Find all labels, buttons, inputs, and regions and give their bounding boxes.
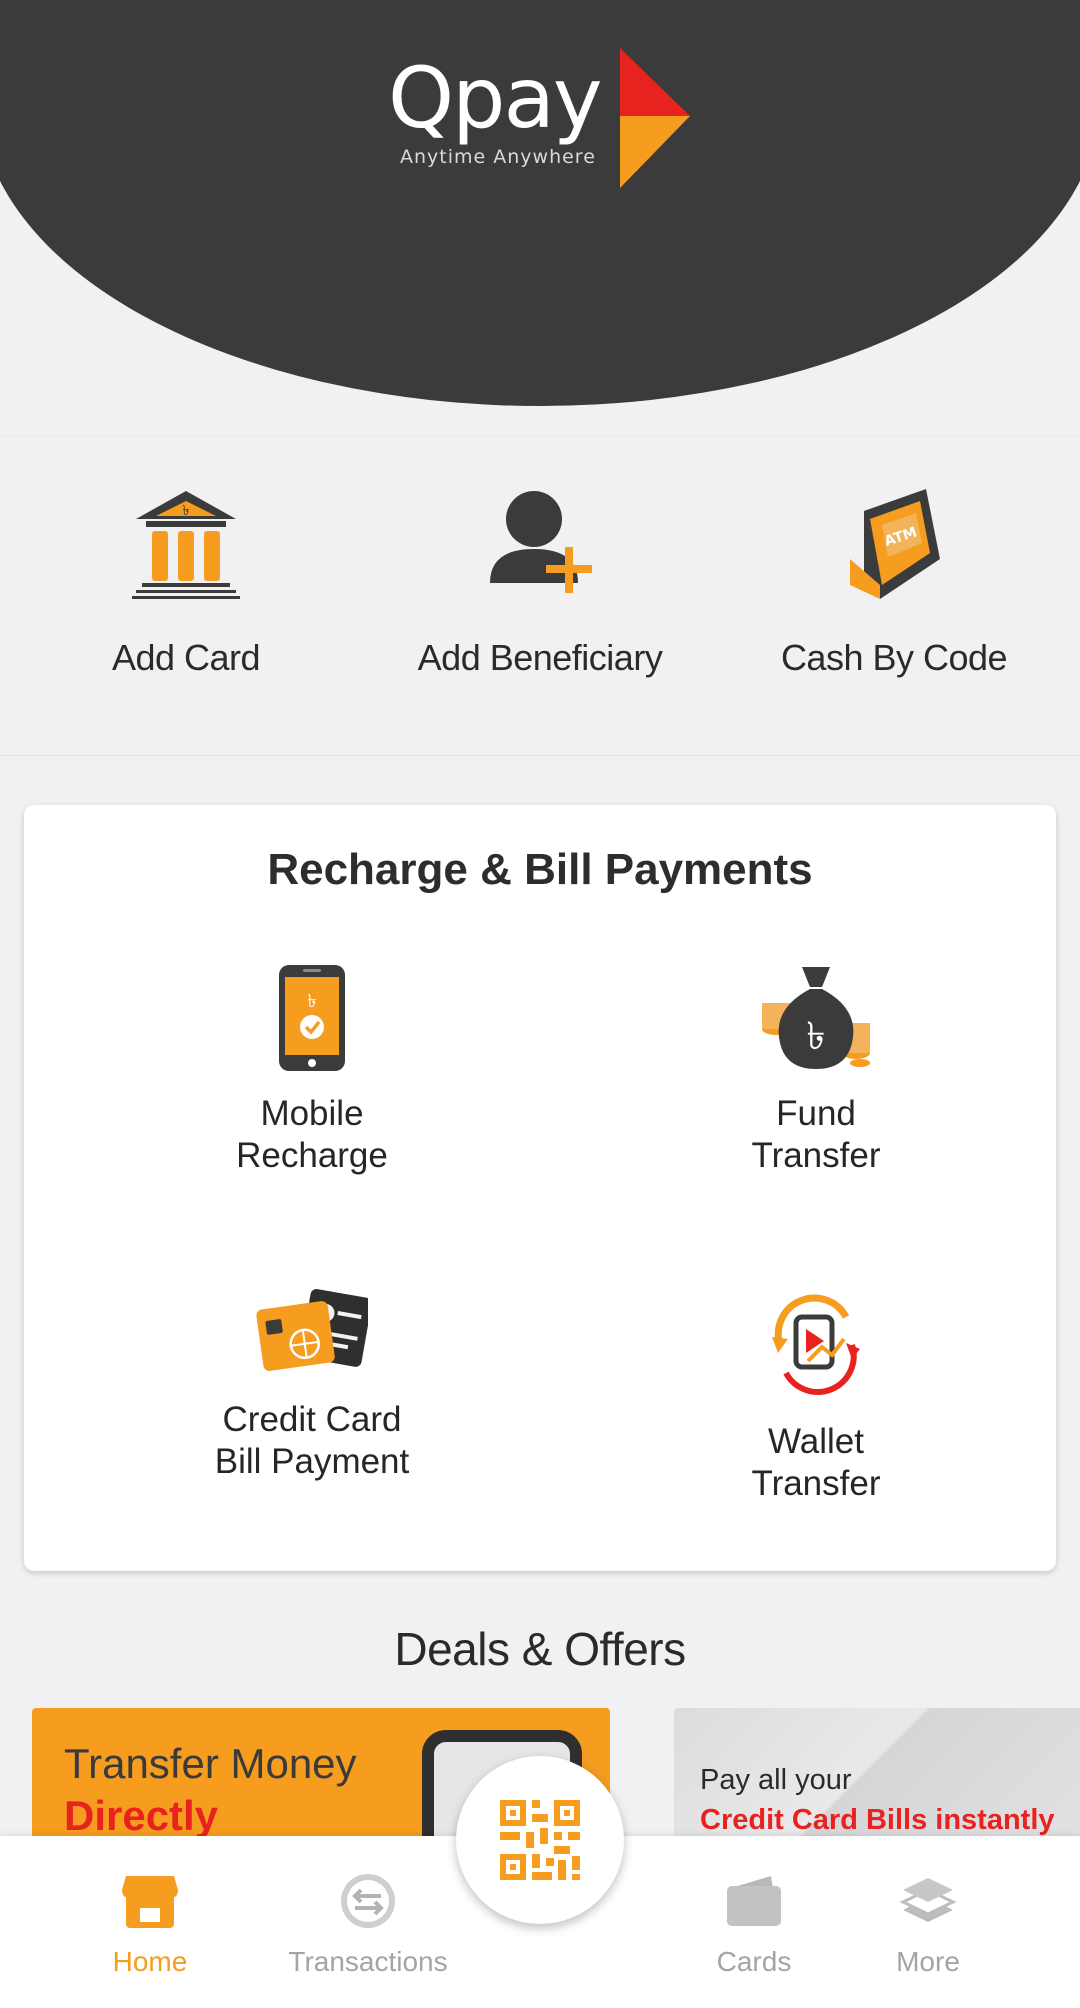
fund-transfer-button[interactable]: ৳ Fund Transfer	[616, 963, 1016, 1203]
logo-tagline: Anytime Anywhere	[400, 146, 596, 168]
mobile-recharge-icon: ৳	[279, 965, 345, 1071]
deal-banner-line2: Credit Card Bills instantly	[700, 1804, 1055, 1836]
deal-banner-credit-card[interactable]: Pay all your Credit Card Bills instantly	[674, 1708, 1080, 1848]
wallet-transfer-button[interactable]: Wallet Transfer	[616, 1289, 1016, 1529]
add-user-icon	[490, 491, 592, 593]
wallet-transfer-label: Wallet Transfer	[751, 1422, 881, 1503]
nav-home-label: Home	[112, 1946, 188, 1977]
deal-banner-line1: Transfer Money	[64, 1740, 357, 1787]
nav-transactions[interactable]: Transactions	[278, 1872, 458, 1978]
deal-banner-line2: Directly	[64, 1792, 219, 1839]
qpay-logo: Qpay Anytime Anywhere	[388, 48, 700, 188]
svg-text:৳: ৳	[308, 991, 317, 1012]
cash-by-code-label: Cash By Code	[780, 637, 1008, 678]
bank-icon: ৳	[132, 491, 240, 599]
nav-transactions-label: Transactions	[288, 1946, 448, 1977]
wallet-transfer-icon	[772, 1294, 860, 1395]
quick-actions-row: ৳ Add Card Add Beneficiary ATM Cash By C…	[0, 436, 1080, 756]
bill-payments-card: Recharge & Bill Payments ৳ Mobile Rechar…	[24, 805, 1056, 1571]
nav-more[interactable]: More	[838, 1872, 1018, 1978]
add-card-label: Add Card	[111, 637, 261, 678]
deals-title: Deals & Offers	[394, 1623, 686, 1675]
fund-transfer-label: Fund Transfer	[751, 1094, 881, 1175]
home-icon	[122, 1876, 178, 1928]
svg-text:৳: ৳	[183, 503, 190, 519]
nav-more-label: More	[896, 1946, 960, 1977]
scan-qr-button[interactable]	[456, 1756, 624, 1924]
credit-card-bill-label: Credit Card Bill Payment	[214, 1400, 410, 1481]
home-screen: Qpay Anytime Anywhere ৳ Add Card Add Ben…	[0, 0, 1080, 2008]
logo-mark-icon	[620, 48, 690, 188]
mobile-recharge-button[interactable]: ৳ Mobile Recharge	[112, 963, 512, 1203]
credit-card-icon	[256, 1289, 368, 1371]
cash-by-code-button[interactable]: ATM Cash By Code	[724, 489, 1064, 709]
add-beneficiary-label: Add Beneficiary	[417, 637, 663, 678]
layers-icon	[899, 1878, 957, 1922]
transactions-icon	[341, 1874, 395, 1928]
deal-banner-line1: Pay all your	[700, 1764, 852, 1796]
wallet-icon	[727, 1876, 781, 1926]
logo-text: Qpay	[388, 49, 603, 147]
credit-card-bill-button[interactable]: Credit Card Bill Payment	[112, 1289, 512, 1529]
qr-code-icon	[500, 1800, 580, 1880]
money-bag-icon: ৳	[762, 967, 870, 1069]
nav-cards[interactable]: Cards	[664, 1872, 844, 1978]
atm-icon: ATM	[850, 489, 940, 599]
nav-home[interactable]: Home	[60, 1872, 240, 1978]
add-beneficiary-button[interactable]: Add Beneficiary	[370, 489, 710, 709]
mobile-recharge-label: Mobile Recharge	[236, 1094, 388, 1175]
add-card-button[interactable]: ৳ Add Card	[16, 489, 356, 709]
bill-payments-title: Recharge & Bill Payments	[267, 845, 813, 894]
nav-cards-label: Cards	[716, 1946, 792, 1977]
svg-text:৳: ৳	[807, 1014, 826, 1058]
